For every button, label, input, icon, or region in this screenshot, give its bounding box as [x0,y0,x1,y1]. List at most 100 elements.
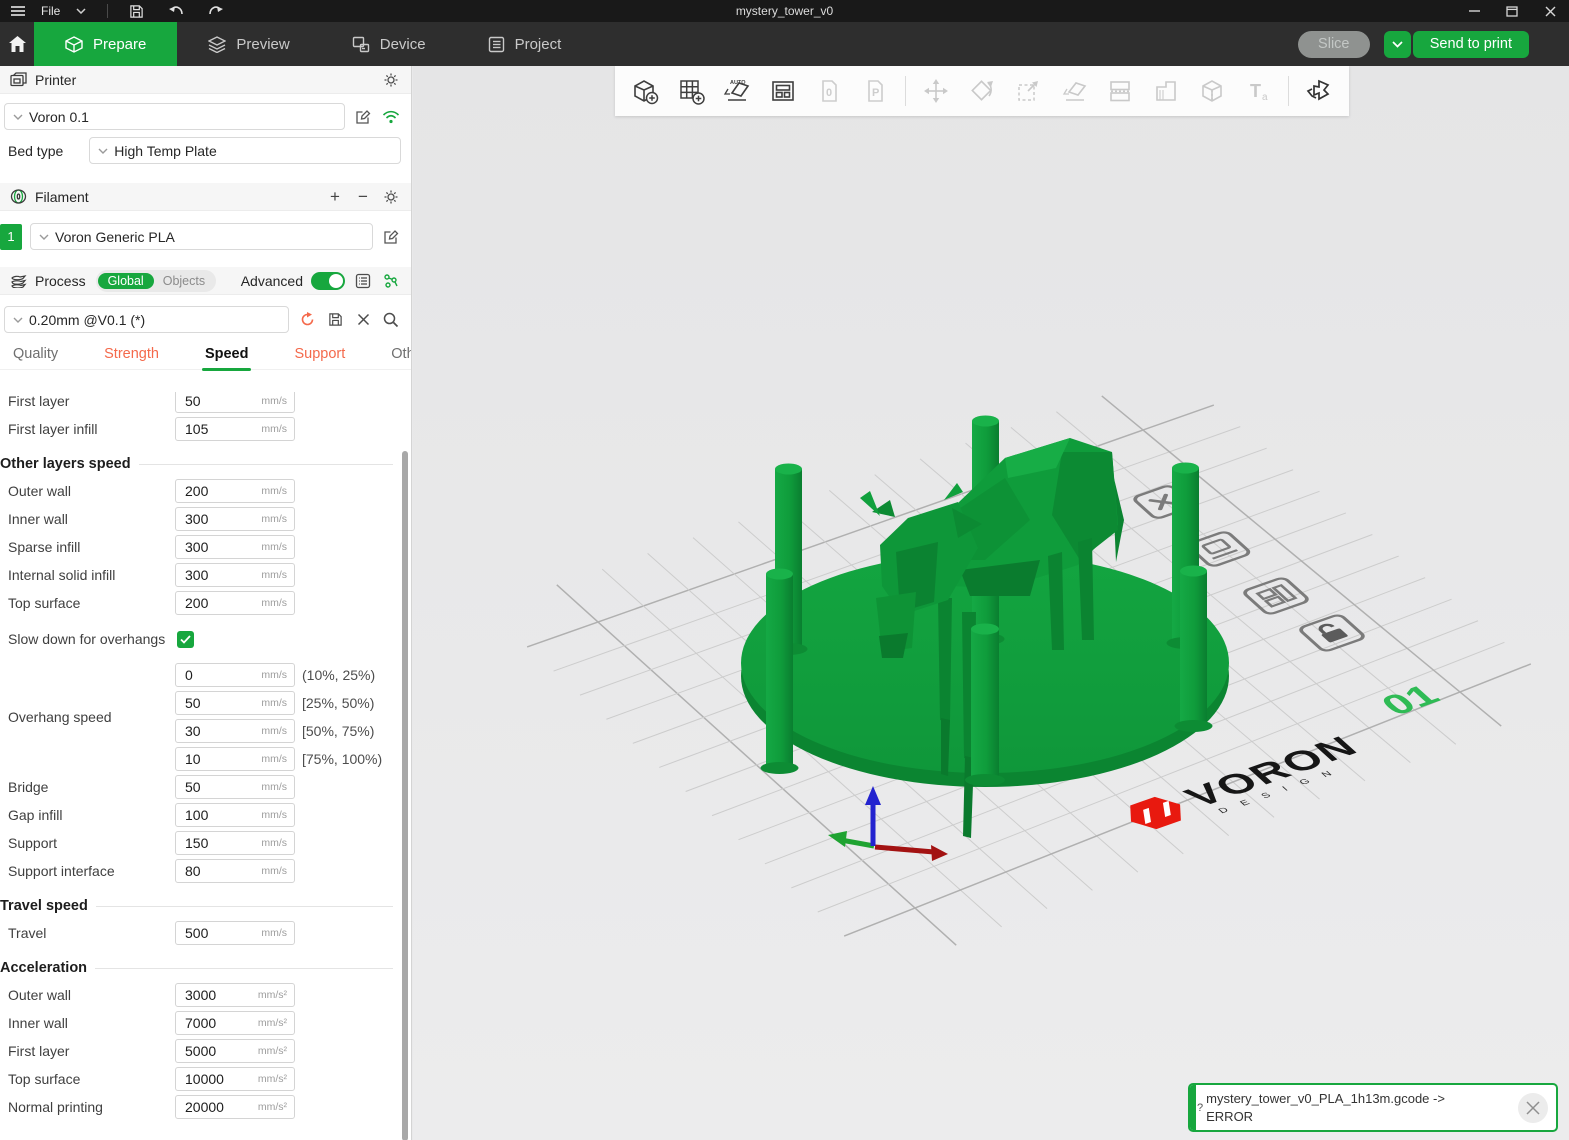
plate-arrange-icon[interactable] [1242,577,1310,615]
tab-others[interactable]: Others [380,341,412,367]
assembly-view-icon[interactable] [1297,69,1341,113]
variable-layer-height-icon[interactable] [1144,69,1188,113]
filament-section-header: Filament + − [0,183,411,211]
tab-quality[interactable]: Quality [2,341,69,367]
process-icon [10,274,27,288]
tab-strength[interactable]: Strength [93,341,170,367]
chevron-down-icon [13,114,23,120]
accel-first-layer-input[interactable]: mm/s² [175,1039,295,1063]
notification-close-icon[interactable] [1518,1093,1548,1123]
close-button[interactable] [1531,0,1569,22]
bridge-input[interactable]: mm/s [175,775,295,799]
redo-icon[interactable] [203,0,229,22]
accel-top-surface-input[interactable]: mm/s² [175,1067,295,1091]
send-options-chevron[interactable] [1384,31,1411,58]
add-plate-icon[interactable] [669,69,713,113]
filament-settings-gear-icon[interactable] [381,187,401,207]
setting-label: Top surface [8,595,175,611]
auto-orient-icon[interactable]: AUTO [715,69,759,113]
overhang-speed-input-1[interactable]: mm/s [175,663,295,687]
filament-select[interactable]: Voron Generic PLA [30,223,373,250]
advanced-toggle[interactable] [311,272,345,290]
plate-lock-icon[interactable] [1298,614,1366,652]
inner-wall-input[interactable]: mm/s [175,507,295,531]
voron-hexagon-icon [1118,793,1193,834]
tab-preview[interactable]: Preview [177,22,320,66]
viewport-3d[interactable]: VORON D E S I G N 01 [413,66,1569,1140]
lay-on-face-icon[interactable] [1052,69,1096,113]
parameter-list-icon[interactable] [353,271,373,291]
bed-type-select[interactable]: High Temp Plate [89,137,401,164]
edit-printer-icon[interactable] [353,107,373,127]
minimize-button[interactable] [1455,0,1493,22]
edit-filament-icon[interactable] [381,227,401,247]
scope-global[interactable]: Global [98,273,154,289]
move-tool-icon[interactable] [914,69,958,113]
tower-pillar[interactable] [1175,566,1213,733]
scope-objects[interactable]: Objects [154,273,214,289]
tab-speed[interactable]: Speed [194,341,260,367]
parameter-tree-icon[interactable] [381,271,401,291]
tab-project[interactable]: Project [457,22,593,66]
file-menu[interactable]: File [36,0,65,22]
accel-outer-wall-input[interactable]: mm/s² [175,983,295,1007]
send-to-print-button[interactable]: Send to print [1413,31,1529,58]
accel-inner-wall-input[interactable]: mm/s² [175,1011,295,1035]
doc-zero-icon[interactable]: 0 [807,69,851,113]
printer-wifi-icon[interactable] [381,107,401,127]
search-settings-icon[interactable] [381,310,401,330]
settings-scrollbar[interactable] [402,451,408,1140]
text-tool-icon[interactable]: Ta [1236,69,1280,113]
home-icon[interactable] [0,22,34,66]
slice-button[interactable]: Slice [1298,31,1370,58]
maximize-button[interactable] [1493,0,1531,22]
overhang-speed-input-4[interactable]: mm/s [175,747,295,771]
hamburger-menu-icon[interactable] [6,0,30,22]
tab-prepare[interactable]: Prepare [34,22,177,66]
undo-icon[interactable] [163,0,189,22]
first-layer-infill-input[interactable]: mm/s [175,417,295,441]
setting-label: Travel [8,925,175,941]
remove-filament-button[interactable]: − [353,187,373,207]
split-tool-icon[interactable] [1098,69,1142,113]
add-filament-button[interactable]: + [325,187,345,207]
rotate-tool-icon[interactable] [960,69,1004,113]
tower-pillar[interactable] [965,624,1005,787]
save-profile-icon[interactable] [325,310,345,330]
notification-toast[interactable]: ? mystery_tower_v0_PLA_1h13m.gcode -> ER… [1188,1083,1558,1132]
overhang-speed-input-3[interactable]: mm/s [175,719,295,743]
overhang-speed-input-2[interactable]: mm/s [175,691,295,715]
setting-slow-down-overhangs: Slow down for overhangs [0,617,411,661]
file-menu-chevron-icon[interactable] [71,0,91,22]
add-object-icon[interactable] [623,69,667,113]
travel-input[interactable]: mm/s [175,921,295,945]
doc-p-icon[interactable]: P [853,69,897,113]
arrange-icon[interactable] [761,69,805,113]
tower-pillar[interactable] [761,569,799,775]
scale-tool-icon[interactable] [1006,69,1050,113]
tab-device[interactable]: Device [321,22,457,66]
tab-device-label: Device [380,36,426,53]
process-scope-toggle[interactable]: Global Objects [96,270,217,292]
printer-settings-gear-icon[interactable] [381,70,401,90]
first-layer-input[interactable]: mm/s [175,392,295,413]
support-input[interactable]: mm/s [175,831,295,855]
printer-select[interactable]: Voron 0.1 [4,103,345,130]
accel-normal-printing-input[interactable]: mm/s² [175,1095,295,1119]
tab-support[interactable]: Support [283,341,356,367]
slow-down-overhangs-checkbox[interactable] [177,631,194,648]
process-tabs: Quality Strength Speed Support Others [0,338,411,370]
gap-infill-input[interactable]: mm/s [175,803,295,827]
outer-wall-input[interactable]: mm/s [175,479,295,503]
process-profile-select[interactable]: 0.20mm @V0.1 (*) [4,306,289,333]
clear-profile-icon[interactable] [353,310,373,330]
setting-support: Support mm/s [0,829,411,857]
internal-solid-infill-input[interactable]: mm/s [175,563,295,587]
sparse-infill-input[interactable]: mm/s [175,535,295,559]
support-interface-input[interactable]: mm/s [175,859,295,883]
reset-profile-icon[interactable] [297,310,317,330]
mesh-boolean-icon[interactable] [1190,69,1234,113]
top-surface-input[interactable]: mm/s [175,591,295,615]
save-icon[interactable] [124,0,149,22]
notification-accent-stripe [1190,1085,1196,1130]
